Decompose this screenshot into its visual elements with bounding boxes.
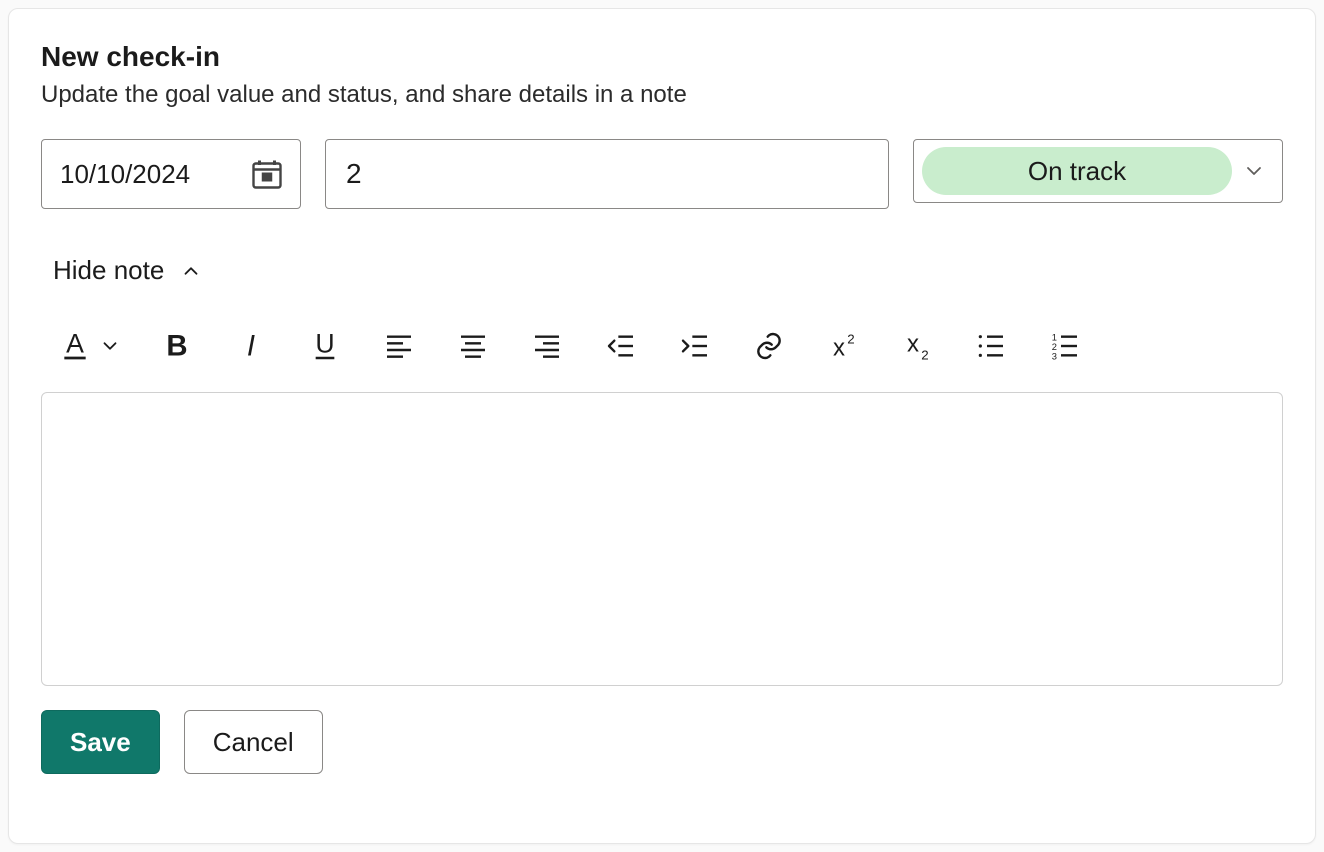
value-input-wrapper — [325, 139, 889, 209]
svg-text:x: x — [833, 334, 845, 361]
font-color-button[interactable]: A — [57, 328, 93, 364]
chevron-down-icon — [1240, 157, 1268, 185]
svg-text:A: A — [66, 330, 84, 359]
dialog-title: New check-in — [41, 41, 1283, 73]
new-checkin-card: New check-in Update the goal value and s… — [8, 8, 1316, 844]
status-label: On track — [1028, 156, 1126, 187]
svg-text:U: U — [315, 330, 334, 359]
editor-toolbar: A B I U — [41, 328, 1283, 392]
cancel-button[interactable]: Cancel — [184, 710, 323, 774]
svg-text:2: 2 — [921, 347, 928, 362]
dialog-subtitle: Update the goal value and status, and sh… — [41, 81, 1283, 109]
align-right-button[interactable] — [529, 328, 565, 364]
hide-note-label: Hide note — [53, 255, 164, 286]
superscript-button[interactable]: x 2 — [825, 328, 861, 364]
svg-text:x: x — [907, 330, 919, 357]
chevron-up-icon — [180, 260, 202, 282]
save-button[interactable]: Save — [41, 710, 160, 774]
decrease-indent-button[interactable] — [603, 328, 639, 364]
svg-text:2: 2 — [847, 331, 854, 346]
status-dropdown[interactable]: On track — [913, 139, 1283, 203]
subscript-button[interactable]: x 2 — [899, 328, 935, 364]
link-button[interactable] — [751, 328, 787, 364]
italic-button[interactable]: I — [233, 328, 269, 364]
calendar-icon[interactable] — [246, 153, 288, 195]
align-center-button[interactable] — [455, 328, 491, 364]
date-input[interactable]: 10/10/2024 — [41, 139, 301, 209]
numbered-list-button[interactable]: 1 2 3 — [1047, 328, 1083, 364]
svg-text:I: I — [247, 330, 255, 362]
note-editor[interactable] — [41, 392, 1283, 686]
status-pill: On track — [922, 147, 1232, 195]
date-value: 10/10/2024 — [60, 159, 190, 190]
value-input[interactable] — [346, 158, 868, 190]
hide-note-toggle[interactable]: Hide note — [41, 247, 214, 294]
underline-button[interactable]: U — [307, 328, 343, 364]
action-buttons: Save Cancel — [41, 710, 1283, 774]
bullet-list-button[interactable] — [973, 328, 1009, 364]
increase-indent-button[interactable] — [677, 328, 713, 364]
font-color-dropdown-icon[interactable] — [99, 328, 121, 364]
bold-button[interactable]: B — [159, 328, 195, 364]
svg-text:3: 3 — [1052, 351, 1057, 361]
input-row: 10/10/2024 On track — [41, 139, 1283, 209]
svg-text:B: B — [166, 330, 187, 362]
align-left-button[interactable] — [381, 328, 417, 364]
